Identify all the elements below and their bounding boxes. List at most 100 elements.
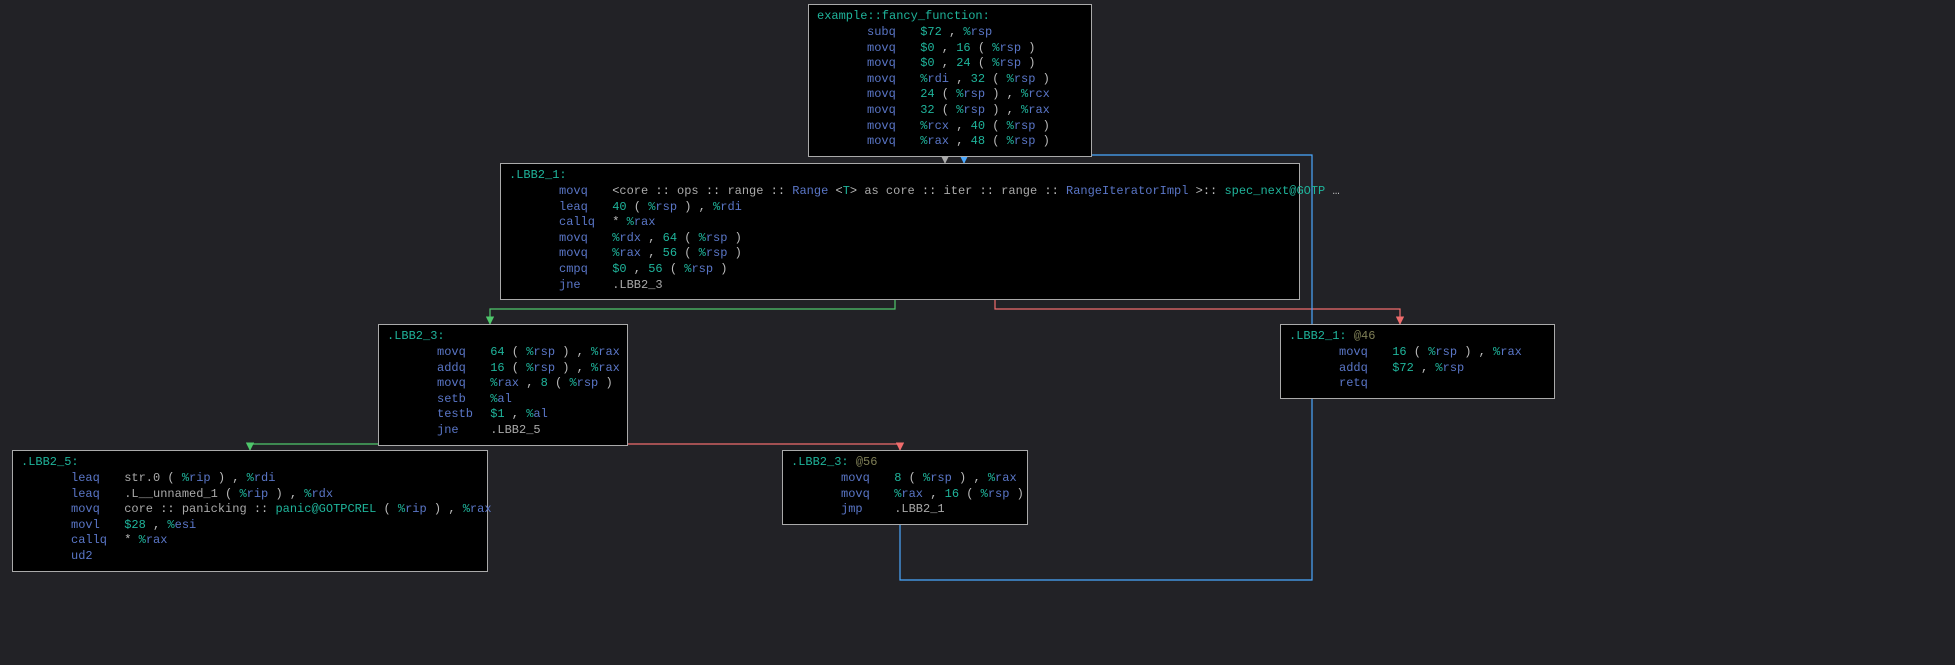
block-lbb2-3[interactable]: .LBB2_3: movq 64 ( %rsp ) , %raxaddq 16 … [378,324,628,446]
operand: iter [944,184,973,198]
mnemonic: jne [437,423,483,439]
operand: :: [153,502,182,516]
operand: $28 [124,518,146,532]
operand: , [923,487,945,501]
operand: ) [1035,72,1049,86]
operand: ) [211,471,233,485]
operand: , [973,471,987,485]
block-body: subq $72 , %rspmovq $0 , 16 ( %rsp ) mov… [817,25,1083,150]
operand: $0 [920,56,934,70]
mnemonic: movq [867,103,913,119]
operand: * [612,215,626,229]
operand: core [619,184,648,198]
asm-instr: movq %rax , 48 ( %rsp ) [817,134,1083,150]
block-body: leaq str.0 ( %rip ) , %rdileaq .L__unnam… [21,471,479,565]
operand: , [949,72,971,86]
asm-instr: movq 32 ( %rsp ) , %rax [817,103,1083,119]
asm-instr: leaq 40 ( %rsp ) , %rdi [509,200,1291,216]
operand: ( [971,41,993,55]
asm-instr: movq 24 ( %rsp ) , %rcx [817,87,1083,103]
operand: :: [915,184,944,198]
operand: ) [1457,345,1479,359]
asm-instr: leaq .L__unnamed_1 ( %rip ) , %rdx [21,487,479,503]
block-entry[interactable]: example::fancy_function: subq $72 , %rsp… [808,4,1092,157]
mnemonic: movq [559,246,605,262]
operand: ) [555,361,577,375]
mnemonic: ud2 [71,549,117,565]
operand: ( [935,103,957,117]
operand: ) [1009,487,1023,501]
operand: .LBB2_5 [490,423,540,437]
operand: ) [427,502,449,516]
mnemonic: subq [867,25,913,41]
block-lbb2-3-at56[interactable]: .LBB2_3: @56 movq 8 ( %rsp ) , %raxmovq … [782,450,1028,525]
operand: , [942,25,964,39]
asm-instr: movq %rax , 8 ( %rsp ) [387,376,619,392]
operand: , [1007,103,1021,117]
asm-instr: ud2 [21,549,479,565]
operand: ) [985,103,1007,117]
asm-instr: addq 16 ( %rsp ) , %rax [387,361,619,377]
operand: > [850,184,864,198]
operand: , [577,361,591,375]
operand: , [519,376,541,390]
block-label: example::fancy_function: [817,9,1083,23]
block-body: movq <core :: ops :: range :: Range <T> … [509,184,1291,293]
operand: :: [648,184,677,198]
asm-instr: subq $72 , %rsp [817,25,1083,41]
operand: , [1007,87,1021,101]
mnemonic: callq [559,215,605,231]
operand: str.0 [124,471,160,485]
operand: , [641,246,663,260]
asm-instr: movq %rax , 16 ( %rsp ) [791,487,1019,503]
operand: :: [763,184,792,198]
operand: 24 [920,87,934,101]
mnemonic: movq [841,487,887,503]
operand: 56 [663,246,677,260]
operand: ( [160,471,182,485]
operand: , [935,41,957,55]
operand: ( [677,246,699,260]
operand: RangeIteratorImpl [1066,184,1188,198]
operand: , [1479,345,1493,359]
operand: panicking [182,502,247,516]
operand: ( [677,231,699,245]
block-body: movq 64 ( %rsp ) , %raxaddq 16 ( %rsp ) … [387,345,619,439]
operand: , [232,471,246,485]
asm-instr: callq * %rax [509,215,1291,231]
operand: 48 [971,134,985,148]
operand: 16 [490,361,504,375]
asm-instr: movq $0 , 24 ( %rsp ) [817,56,1083,72]
operand: ) [727,231,741,245]
operand: $0 [920,41,934,55]
operand: 64 [490,345,504,359]
block-lbb2-5[interactable]: .LBB2_5: leaq str.0 ( %rip ) , %rdileaq … [12,450,488,572]
operand: 32 [920,103,934,117]
operand: ) [677,200,699,214]
block-lbb2-1-at46[interactable]: .LBB2_1: @46 movq 16 ( %rsp ) , %raxaddq… [1280,324,1555,399]
operand: :: [699,184,728,198]
mnemonic: movq [71,502,117,518]
block-label: .LBB2_3: [387,329,619,343]
mnemonic: addq [437,361,483,377]
operand: $72 [920,25,942,39]
operand: as [864,184,878,198]
operand: * [124,533,138,547]
operand: ( [505,361,527,375]
asm-instr: movq %rcx , 40 ( %rsp ) [817,119,1083,135]
operand: $72 [1392,361,1414,375]
operand: ( [985,119,1007,133]
asm-instr: testb $1 , %al [387,407,619,423]
operand: ( [376,502,398,516]
operand: … [1325,184,1339,198]
mnemonic: movq [841,471,887,487]
operand [879,184,886,198]
operand: , [699,200,713,214]
operand: ) [952,471,974,485]
operand: .LBB2_1 [894,502,944,516]
operand: ) [1035,134,1049,148]
block-lbb2-1[interactable]: .LBB2_1: movq <core :: ops :: range :: R… [500,163,1300,300]
asm-instr: callq * %rax [21,533,479,549]
operand: ops [677,184,699,198]
operand: ( [548,376,570,390]
